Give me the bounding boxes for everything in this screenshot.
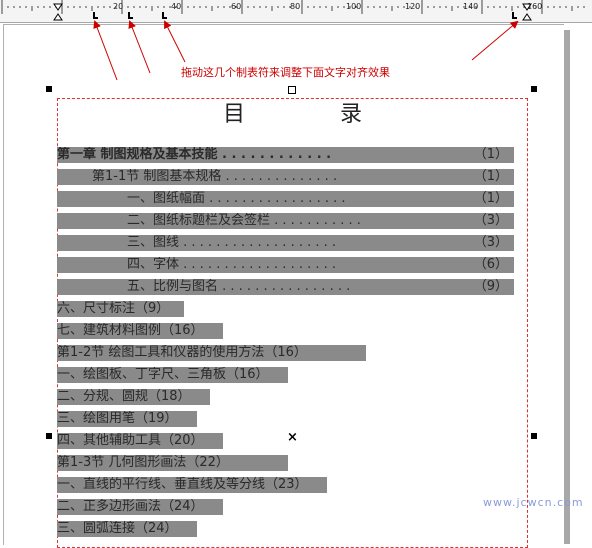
watermark: www.jcwcn.com	[483, 480, 584, 509]
rotation-center-icon[interactable]: ×	[287, 430, 298, 445]
annotation-arrow	[471, 20, 519, 61]
annotation-arrow	[164, 20, 186, 63]
annotation-arrows	[93, 20, 519, 81]
watermark-text: www.jcwcn.com	[483, 496, 584, 509]
annotation-arrow	[93, 20, 118, 81]
annotation-arrow	[128, 20, 151, 74]
